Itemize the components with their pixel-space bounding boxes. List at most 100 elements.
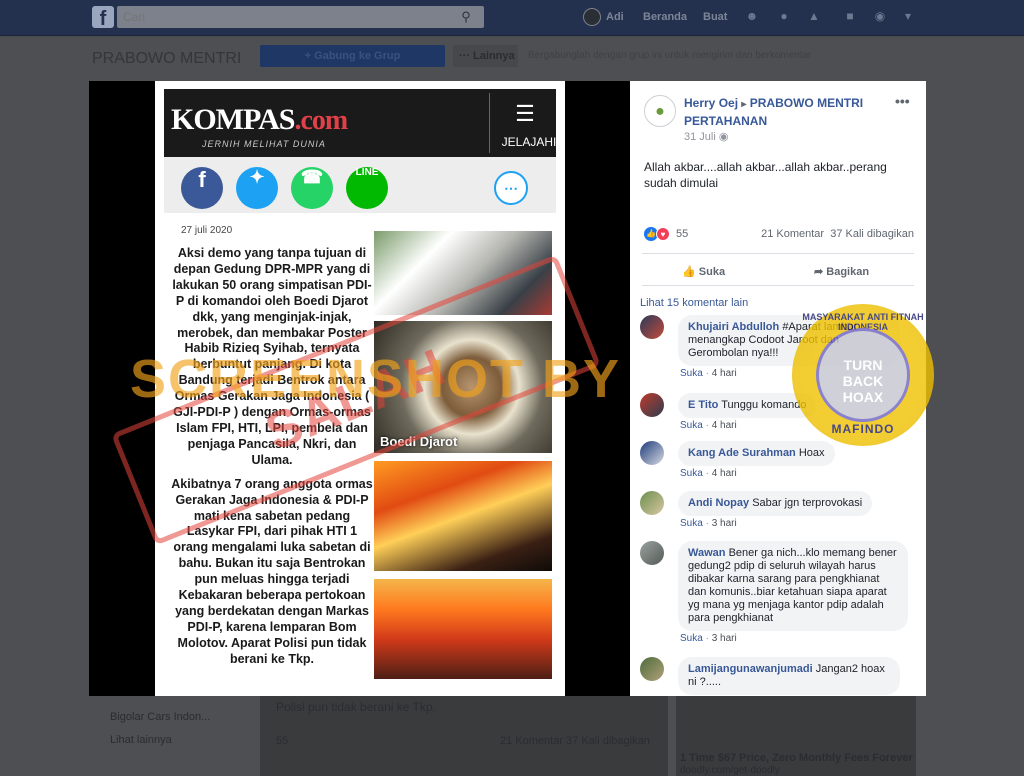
more-button[interactable]: ··· Lainnya [453,45,518,67]
commenter-name[interactable]: Kang Ade Surahman [688,447,796,459]
more-comments-link[interactable]: Lihat 15 komentar lain [640,297,748,309]
comment-meta: Suka · 4 hari [680,420,737,431]
post-text: Allah akbar....allah akbar...allah akbar… [644,160,887,190]
kompas-header: KOMPAS.com JERNIH MELIHAT DUNIA ☰ JELAJA… [164,89,556,157]
share-label: Bagikan [826,266,870,278]
caret-right-icon: ▸ [741,99,747,110]
quick-help-icon[interactable]: ■ [842,8,858,24]
avatar[interactable] [640,491,664,515]
ad-url[interactable]: doodly.com/get-doodly [680,765,780,776]
comment-meta: Suka · 3 hari [680,518,737,529]
timestamp-text: 31 Juli [684,131,716,143]
facebook-topbar: f ⚲ Adi Beranda Buat ☻ ● ▲ ■ ◉ ▾ [0,0,1024,36]
facebook-icon: f [181,167,223,209]
avatar[interactable] [583,8,601,26]
comment-time[interactable]: 4 hari [712,368,737,379]
commenter-name[interactable]: Wawan [688,547,726,559]
background-post-text: Polisi pun tidak berani ke Tkp. [276,700,436,714]
profile-link[interactable]: Adi [606,11,624,23]
search-icon[interactable]: ⚲ [455,8,477,26]
sidebar-more-link[interactable]: Lihat lainnya [110,734,172,746]
avatar[interactable] [640,441,664,465]
comment-meta: Suka · 4 hari [680,368,737,379]
comments-section: Lihat 15 komentar lain Khujairi Abdulloh… [630,287,926,696]
sidebar-item[interactable]: Bigolar Cars Indon... [110,711,210,723]
group-description: Bergabunglah dengan grup ini untuk mengi… [528,50,812,61]
friends-icon[interactable]: ☻ [744,8,760,24]
photo-fire-night [374,461,552,571]
help-icon[interactable]: ◉ [872,8,888,24]
comment-meta: Suka · 3 hari [680,633,737,644]
comment-time[interactable]: 4 hari [712,420,737,431]
menu-search-icon: ☰ [515,101,535,126]
avatar[interactable] [640,541,664,565]
photo-speaker [374,231,552,315]
shares-count[interactable]: 37 Kali dibagikan [830,228,914,240]
photo-building-fire [374,579,552,679]
twitter-icon: ✦ [236,167,278,209]
comment-like-link[interactable]: Suka [680,633,703,644]
author-link[interactable]: Herry Oej [684,96,738,110]
ad-title[interactable]: 1 Time $67 Price, Zero Monthly Fees Fore… [680,752,913,764]
comment-bubble: Wawan Bener ga nich...klo memang bener g… [678,541,908,631]
post-timestamp[interactable]: 31 Juli ◉ [684,130,728,143]
comment-bubble: Khujairi Abdulloh #Aparat lambat menangk… [678,315,900,366]
avatar[interactable] [640,393,664,417]
kompas-logo: KOMPAS.com [171,103,348,137]
kompas-name: KOMPAS [171,103,295,136]
comment-text: Hoax [798,447,825,459]
commenter-name[interactable]: Lamijangunawanjumadi [688,663,813,675]
globe-icon: ◉ [718,131,729,143]
background-likes: 55 [276,735,289,747]
kompas-domain: .com [294,105,348,136]
facebook-logo-icon[interactable]: f [92,6,114,28]
like-button[interactable]: 👍 Suka [682,261,725,283]
commenter-name[interactable]: Khujairi Abdulloh [688,321,779,333]
article-paragraph: Aksi demo yang tanpa tujuan di depan Ged… [172,246,372,467]
comment-like-link[interactable]: Suka [680,368,703,379]
comment-bubble: Lamijangunawanjumadi Jangan2 hoax ni ?..… [678,657,900,695]
whatsapp-icon: ☎ [291,167,333,209]
comment-time[interactable]: 4 hari [712,468,737,479]
like-label: Suka [698,266,726,278]
avatar[interactable] [640,657,664,681]
reactions-row: 👍 ♥ 55 21 Komentar 37 Kali dibagikan [644,227,914,243]
comment-text: Tunggu komando [721,399,807,411]
divider [489,93,490,153]
home-link[interactable]: Beranda [643,11,687,23]
comment-like-link[interactable]: Suka [680,468,703,479]
kompas-tagline: JERNIH MELIHAT DUNIA [202,139,326,149]
create-link[interactable]: Buat [703,11,727,23]
thumbs-up-icon: 👍 [682,266,696,278]
reactions-count[interactable]: 55 [676,228,688,240]
commenter-name[interactable]: E Tito [688,399,718,411]
background-stats: 21 Komentar 37 Kali dibagikan [500,735,650,747]
article-date: 27 juli 2020 [181,225,233,236]
avatar[interactable] [640,315,664,339]
share-button[interactable]: ➦ Bagikan [814,261,869,283]
comment-like-link[interactable]: Suka [680,420,703,431]
messenger-icon[interactable]: ● [776,8,792,24]
photo-caption: Boedi Djarot [380,434,458,449]
share-icon: ➦ [814,266,824,278]
avatar[interactable]: ● [644,95,676,127]
post-options-icon[interactable]: ••• [895,93,910,109]
join-group-button[interactable]: + Gabung ke Grup [260,45,445,67]
search-input[interactable] [117,6,484,28]
line-icon: LINE [346,167,388,209]
article-text: Aksi demo yang tanpa tujuan di depan Ged… [169,246,375,676]
comments-count[interactable]: 21 Komentar [761,228,824,240]
comment-like-link[interactable]: Suka [680,518,703,529]
post-stats: 21 Komentar 37 Kali dibagikan [761,228,914,240]
commenter-name[interactable]: Andi Nopay [688,497,749,509]
comment-time[interactable]: 3 hari [712,633,737,644]
love-reaction-icon: ♥ [656,227,670,241]
article-paragraph: Akibatnya 7 orang anggota ormas Gerakan … [171,476,373,666]
notifications-icon[interactable]: ▲ [806,8,822,24]
divider [642,253,914,254]
comment-time[interactable]: 3 hari [712,518,737,529]
comment-meta: Suka · 4 hari [680,468,737,479]
chevron-down-icon[interactable]: ▾ [900,8,916,24]
photo-boedi-djarot: Boedi Djarot [374,321,552,453]
comment-icon: ⋯ [494,171,528,205]
